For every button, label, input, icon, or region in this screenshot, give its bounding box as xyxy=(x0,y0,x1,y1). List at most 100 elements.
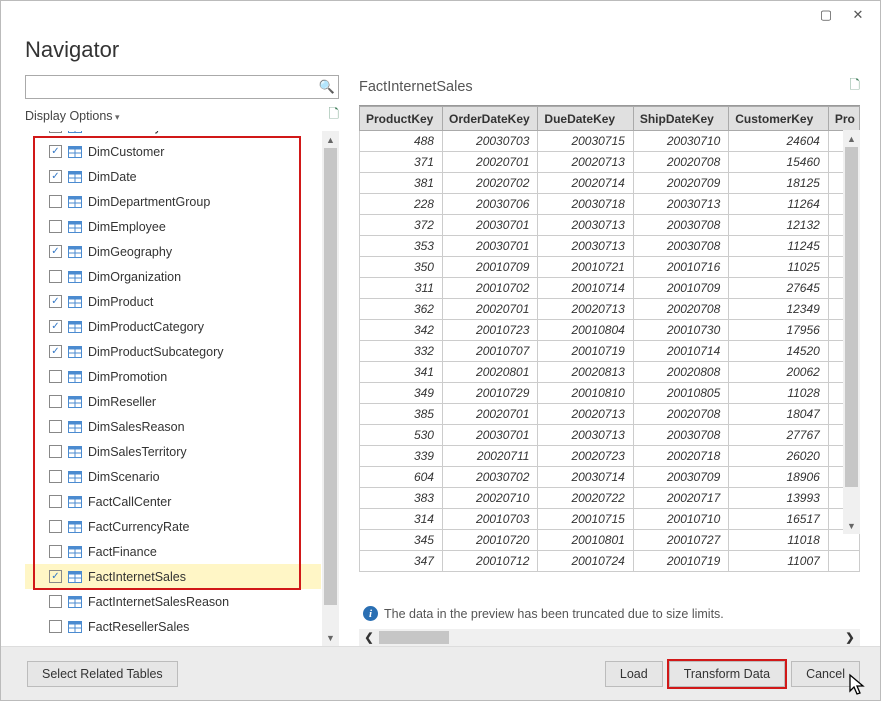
cell: 372 xyxy=(360,215,443,236)
checkbox[interactable]: ✓ xyxy=(49,295,62,308)
table-row[interactable]: 37120020701200207132002070815460 xyxy=(360,152,860,173)
tree-item-dimcustomer[interactable]: ✓DimCustomer xyxy=(25,139,321,164)
checkbox[interactable] xyxy=(49,620,62,633)
cancel-button[interactable]: Cancel xyxy=(791,661,860,687)
table-row[interactable]: 35320030701200307132003070811245 xyxy=(360,236,860,257)
checkbox[interactable] xyxy=(49,595,62,608)
table-row[interactable]: 38120020702200207142002070918125 xyxy=(360,173,860,194)
table-row[interactable]: 60420030702200307142003070918906 xyxy=(360,467,860,488)
tree-item-dimreseller[interactable]: DimReseller xyxy=(25,389,321,414)
select-related-tables-button[interactable]: Select Related Tables xyxy=(27,661,178,687)
load-button[interactable]: Load xyxy=(605,661,663,687)
search-box[interactable]: 🔍 xyxy=(25,75,339,99)
column-header[interactable]: Pro xyxy=(828,107,859,131)
cell: 20030701 xyxy=(442,215,537,236)
column-header[interactable]: ProductKey xyxy=(360,107,443,131)
tree-item-factcallcenter[interactable]: FactCallCenter xyxy=(25,489,321,514)
grid-vertical-scrollbar[interactable]: ▲ ▼ xyxy=(843,130,860,534)
checkbox[interactable] xyxy=(49,545,62,558)
checkbox[interactable] xyxy=(49,420,62,433)
display-options-dropdown[interactable]: Display Options xyxy=(25,109,120,123)
checkbox[interactable]: ✓ xyxy=(49,170,62,183)
table-row[interactable]: 36220020701200207132002070812349 xyxy=(360,299,860,320)
table-row[interactable]: 34920010729200108102001080511028 xyxy=(360,383,860,404)
scroll-down-arrow[interactable]: ▼ xyxy=(843,517,860,534)
checkbox[interactable] xyxy=(49,270,62,283)
table-row[interactable]: 38320020710200207222002071713993 xyxy=(360,488,860,509)
checkbox[interactable] xyxy=(49,220,62,233)
column-header[interactable]: CustomerKey xyxy=(729,107,829,131)
checkbox[interactable] xyxy=(49,195,62,208)
table-row[interactable]: 35020010709200107212001071611025 xyxy=(360,257,860,278)
tree-item-dimcurrency[interactable]: DimCurrency xyxy=(25,131,321,139)
table-row[interactable]: 34220010723200108042001073017956 xyxy=(360,320,860,341)
tree-item-factinternetsales[interactable]: ✓FactInternetSales xyxy=(25,564,321,589)
checkbox[interactable] xyxy=(49,520,62,533)
scroll-left-arrow[interactable]: ❮ xyxy=(359,629,379,646)
checkbox[interactable]: ✓ xyxy=(49,570,62,583)
refresh-tree-icon[interactable]: 🗋 xyxy=(329,105,339,127)
tree-item-factfinance[interactable]: FactFinance xyxy=(25,539,321,564)
cell: 353 xyxy=(360,236,443,257)
grid-horizontal-scrollbar[interactable]: ❮ ❯ xyxy=(359,629,860,646)
checkbox[interactable]: ✓ xyxy=(49,145,62,158)
column-header[interactable]: OrderDateKey xyxy=(442,107,537,131)
maximize-button[interactable]: ▢ xyxy=(810,3,842,27)
tree-item-label: DimSalesReason xyxy=(88,420,185,434)
table-row[interactable]: 33920020711200207232002071826020 xyxy=(360,446,860,467)
column-header[interactable]: ShipDateKey xyxy=(633,107,728,131)
column-header[interactable]: DueDateKey xyxy=(538,107,633,131)
checkbox[interactable]: ✓ xyxy=(49,345,62,358)
transform-data-button[interactable]: Transform Data xyxy=(669,661,785,687)
table-row[interactable]: 31420010703200107152001071016517 xyxy=(360,509,860,530)
table-row[interactable]: 34120020801200208132002080820062 xyxy=(360,362,860,383)
tree-item-dimscenario[interactable]: DimScenario xyxy=(25,464,321,489)
tree-item-factinternetsalesreason[interactable]: FactInternetSalesReason xyxy=(25,589,321,614)
tree-item-dimproduct[interactable]: ✓DimProduct xyxy=(25,289,321,314)
table-row[interactable]: 48820030703200307152003071024604 xyxy=(360,131,860,152)
close-button[interactable]: ✕ xyxy=(842,3,874,27)
checkbox[interactable] xyxy=(49,395,62,408)
checkbox[interactable] xyxy=(49,370,62,383)
scroll-right-arrow[interactable]: ❯ xyxy=(840,629,860,646)
scroll-down-arrow[interactable]: ▼ xyxy=(322,629,339,646)
search-input[interactable] xyxy=(26,78,316,96)
table-row[interactable]: 31120010702200107142001070927645 xyxy=(360,278,860,299)
tree-item-dimsalesreason[interactable]: DimSalesReason xyxy=(25,414,321,439)
tree-item-dimemployee[interactable]: DimEmployee xyxy=(25,214,321,239)
table-row[interactable]: 33220010707200107192001071414520 xyxy=(360,341,860,362)
tree-scrollbar[interactable]: ▲ ▼ xyxy=(322,131,339,646)
tree-item-dimorganization[interactable]: DimOrganization xyxy=(25,264,321,289)
table-row[interactable]: 34520010720200108012001072711018 xyxy=(360,530,860,551)
tree-item-dimsalesterritory[interactable]: DimSalesTerritory xyxy=(25,439,321,464)
tree-item-dimdepartmentgroup[interactable]: DimDepartmentGroup xyxy=(25,189,321,214)
tree-item-dimproductsubcategory[interactable]: ✓ DimProductSubcategory xyxy=(25,339,321,364)
tree-item-dimgeography[interactable]: ✓DimGeography xyxy=(25,239,321,264)
table-row[interactable]: 37220030701200307132003070812132 xyxy=(360,215,860,236)
tree-item-factresellersales[interactable]: FactResellerSales xyxy=(25,614,321,639)
scroll-up-arrow[interactable]: ▲ xyxy=(843,130,860,147)
checkbox[interactable] xyxy=(49,470,62,483)
checkbox[interactable]: ✓ xyxy=(49,245,62,258)
table-icon xyxy=(68,221,82,233)
tree-item-dimproductcategory[interactable]: ✓DimProductCategory xyxy=(25,314,321,339)
tree-item-label: FactFinance xyxy=(88,545,157,559)
table-row[interactable]: 38520020701200207132002070818047 xyxy=(360,404,860,425)
tree-item-dimdate[interactable]: ✓DimDate xyxy=(25,164,321,189)
cell: 12132 xyxy=(729,215,829,236)
table-row[interactable]: 53020030701200307132003070827767 xyxy=(360,425,860,446)
checkbox[interactable] xyxy=(49,131,62,133)
table-icon xyxy=(68,271,82,283)
cell: 20062 xyxy=(729,362,829,383)
scroll-up-arrow[interactable]: ▲ xyxy=(322,131,339,148)
table-row[interactable]: 22820030706200307182003071311264 xyxy=(360,194,860,215)
checkbox[interactable] xyxy=(49,445,62,458)
checkbox[interactable]: ✓ xyxy=(49,320,62,333)
tree-item-factcurrencyrate[interactable]: FactCurrencyRate xyxy=(25,514,321,539)
search-icon[interactable]: 🔍 xyxy=(316,79,338,95)
tree-item-label: DimProductSubcategory xyxy=(88,345,223,359)
tree-item-dimpromotion[interactable]: DimPromotion xyxy=(25,364,321,389)
refresh-preview-icon[interactable]: 🗋 xyxy=(850,76,860,98)
table-row[interactable]: 34720010712200107242001071911007 xyxy=(360,551,860,572)
checkbox[interactable] xyxy=(49,495,62,508)
